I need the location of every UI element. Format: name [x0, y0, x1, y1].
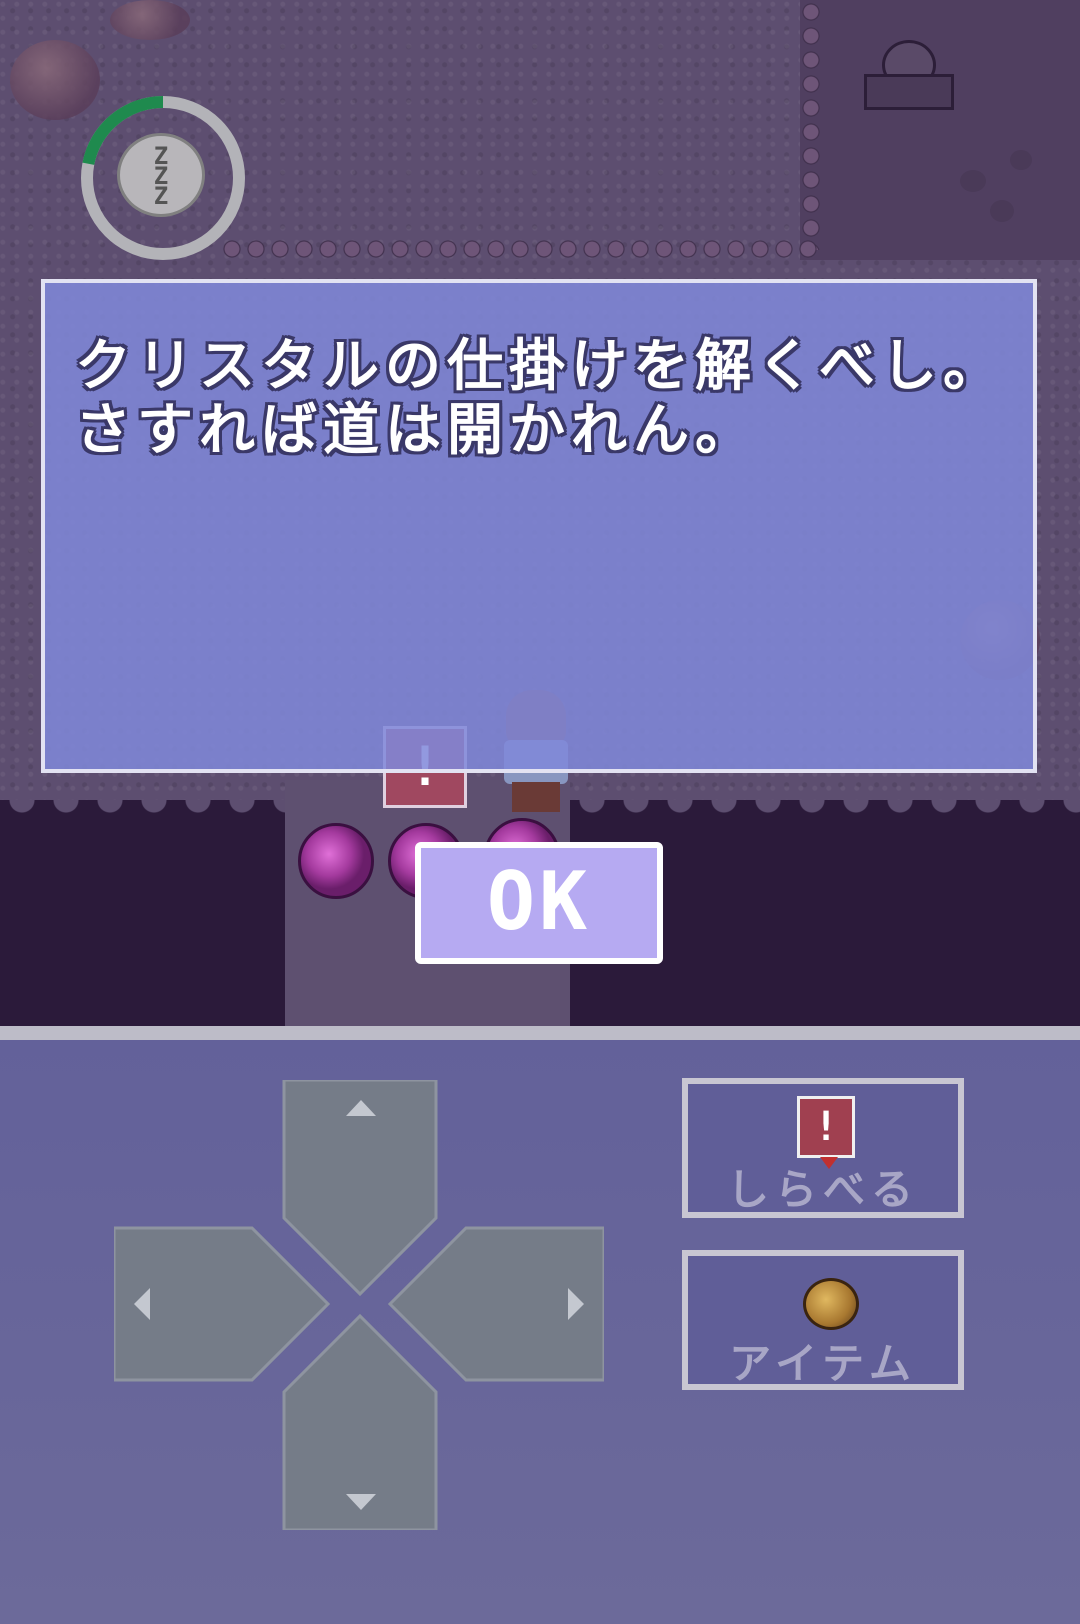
crystal-orb[interactable] — [298, 823, 374, 899]
investigate-button[interactable]: ! しらべる — [682, 1078, 964, 1218]
pit-edge — [570, 800, 1080, 822]
stone-wall — [800, 0, 1080, 260]
investigate-label: しらべる — [726, 1165, 919, 1214]
dpad — [114, 1080, 604, 1530]
exclamation-sign-icon: ! — [797, 1096, 855, 1169]
dark-pit-left — [0, 800, 285, 1026]
pit-edge — [0, 800, 285, 822]
sleep-zzz-icon: ZZZ — [117, 133, 205, 217]
item-button[interactable]: アイテム — [682, 1250, 964, 1390]
bush — [110, 0, 190, 40]
zzz-glyph: ZZZ — [153, 142, 169, 210]
sleep-meter: ZZZ — [78, 93, 248, 263]
dialog-line-2: さすれば道は開かれん。 — [75, 398, 757, 463]
dialog-line-1: クリスタルの仕掛けを解くべし。 — [75, 334, 1005, 399]
pebble — [960, 170, 986, 192]
control-panel: ! しらべる アイテム — [0, 1026, 1080, 1624]
pebble — [1010, 150, 1032, 170]
stone-statue — [864, 40, 954, 110]
item-label: アイテム — [729, 1339, 917, 1388]
rock-border — [220, 238, 820, 260]
item-bag-icon — [803, 1278, 859, 1330]
rock-border — [800, 0, 822, 250]
message-dialog: クリスタルの仕掛けを解くべし。 さすれば道は開かれん。 — [41, 279, 1037, 773]
pebble — [990, 200, 1014, 222]
ok-button[interactable]: OK — [415, 842, 663, 964]
